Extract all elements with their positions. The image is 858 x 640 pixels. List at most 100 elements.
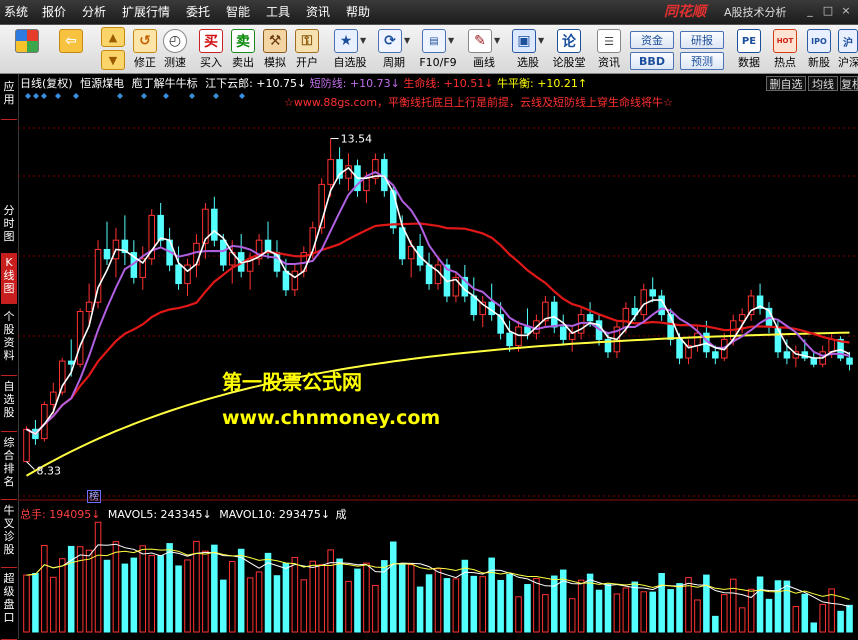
remove-watchlist-button[interactable]: 删自选 <box>766 76 806 91</box>
capital-box[interactable]: 资金 <box>630 31 674 49</box>
period-button[interactable]: ⟳ ▼ 周期 <box>376 27 412 71</box>
candle-body <box>175 264 182 285</box>
volume-bar <box>85 549 93 633</box>
sidebar-tab-diagnose[interactable]: 牛叉诊股 <box>1 502 17 568</box>
f10-button[interactable]: ▤ ▼ F10/F9 <box>418 27 458 71</box>
volume-bar <box>220 579 227 633</box>
watermark-title: 第一股票公式网 <box>222 370 362 394</box>
volume-bar <box>416 586 424 633</box>
hs-icon: 沪 <box>838 29 858 53</box>
sidebar-tab-apps[interactable]: 应用 <box>1 78 17 120</box>
back-button[interactable]: ⇦ <box>54 27 88 71</box>
draw-line-button[interactable]: ✎ ▼ 画线 <box>466 27 502 71</box>
sidebar-tab-ranking[interactable]: 综合排名 <box>1 434 17 500</box>
sidebar-tab-profile[interactable]: 个股资料 <box>1 308 17 376</box>
bbd-box[interactable]: BBD <box>630 52 674 70</box>
cycle-icon: ⟳ <box>378 29 402 53</box>
open-account-button[interactable]: ⚿ 开户 <box>294 27 320 71</box>
volume-bar <box>846 604 853 633</box>
data-button[interactable]: PE 数据 <box>736 27 762 71</box>
shengming-value: 生命线: +10.51↓ <box>403 77 494 90</box>
sidebar-tab-kline[interactable]: K线图 <box>1 254 17 304</box>
menu-help[interactable]: 帮助 <box>346 4 370 20</box>
f10-dropdown-icon[interactable]: ▼ <box>448 36 454 45</box>
discuss-button[interactable]: 论 论股堂 <box>553 27 586 71</box>
kline-chart[interactable]: 13.54 8.33 <box>18 92 858 638</box>
minimize-icon[interactable]: _ <box>802 4 818 18</box>
candle-body <box>50 391 57 406</box>
candle-body <box>524 326 531 334</box>
niupingheng-value: 牛平衡: +10.21↑ <box>497 77 588 90</box>
research-box[interactable]: 研报 <box>680 31 724 49</box>
page-up-button[interactable]: ▲ ▼ <box>100 27 126 71</box>
volume-bar <box>166 543 173 633</box>
watchlist-dropdown-icon[interactable]: ▼ <box>360 36 366 45</box>
clock-icon: ◴ <box>163 29 187 53</box>
menu-entrust[interactable]: 委托 <box>186 4 210 20</box>
close-icon[interactable]: × <box>838 4 854 18</box>
candle-body <box>220 239 227 266</box>
period-text[interactable]: 日线(复权) <box>20 77 73 90</box>
adjust-button[interactable]: 复权 <box>840 76 858 91</box>
period-dropdown-icon[interactable]: ▼ <box>404 36 410 45</box>
ipo-button[interactable]: IPO 新股 <box>806 27 832 71</box>
volume-tail: 成 <box>335 508 347 521</box>
revise-button[interactable]: ↺ 修正 <box>132 27 158 71</box>
candle-body <box>515 326 522 347</box>
volume-bar <box>667 589 674 633</box>
buy-button[interactable]: 买 买入 <box>198 27 224 71</box>
sell-button[interactable]: 卖 卖出 <box>230 27 256 71</box>
sidebar-tab-watchlist[interactable]: 自选股 <box>1 378 17 432</box>
screen-dropdown-icon[interactable]: ▼ <box>538 36 544 45</box>
simulate-button[interactable]: ⚒ 模拟 <box>262 27 288 71</box>
toolbar: ⇦ ▲ ▼ ↺ 修正 ◴ 测速 买 买入 卖 卖出 ⚒ 模拟 ⚿ 开户 ★ ▼ … <box>0 25 858 74</box>
menu-analysis[interactable]: 分析 <box>82 4 106 20</box>
volume-bar <box>461 559 469 633</box>
menu-tools[interactable]: 工具 <box>266 4 290 20</box>
total-volume: 总手: 194095↓ <box>20 508 101 521</box>
menu-info[interactable]: 资讯 <box>306 4 330 20</box>
sidebar-tab-label: K线图 <box>3 256 15 295</box>
speed-test-button[interactable]: ◴ 测速 <box>162 27 188 71</box>
menu-quote[interactable]: 报价 <box>42 4 66 20</box>
volume-bar <box>721 594 728 633</box>
discuss-label: 论股堂 <box>552 56 586 69</box>
volume-bar <box>604 583 612 633</box>
volume-bar <box>121 563 129 633</box>
volume-bar <box>452 578 460 633</box>
sidebar-tab-superpanel[interactable]: 超级盘口 <box>1 570 17 640</box>
menu-system[interactable]: 系统 <box>4 4 28 20</box>
event-diamond-icon <box>163 93 169 99</box>
volume-bar <box>175 565 182 633</box>
candle-body <box>640 289 648 316</box>
volume-bar <box>470 575 478 633</box>
candle-body <box>712 351 719 359</box>
sidebar-tab-timeshare[interactable]: 分时图 <box>1 202 17 254</box>
home-button[interactable] <box>12 27 42 71</box>
event-diamond-icon <box>55 93 61 99</box>
sh-sz-button[interactable]: 沪 沪深 <box>838 27 858 71</box>
news-button[interactable]: ☰ 资讯 <box>596 27 622 71</box>
restore-icon[interactable]: □ <box>820 4 836 18</box>
candle-body <box>76 311 84 365</box>
volume-bar <box>237 548 245 633</box>
mavol5-value: MAVOL5: 243345↓ <box>107 508 212 521</box>
menu-smart[interactable]: 智能 <box>226 4 250 20</box>
volume-bar <box>139 545 147 633</box>
ranking-badge[interactable]: 榜 <box>87 490 101 503</box>
volume-bar <box>783 580 791 633</box>
volume-bar <box>703 574 710 633</box>
menu-extended-quote[interactable]: 扩展行情 <box>122 4 170 20</box>
ma-button[interactable]: 均线 <box>808 76 838 91</box>
forecast-box[interactable]: 预测 <box>680 52 724 70</box>
indicator-name[interactable]: 庖丁解牛牛标 <box>132 77 198 90</box>
draw-dropdown-icon[interactable]: ▼ <box>494 36 500 45</box>
stock-screen-label: 选股 <box>517 56 539 69</box>
volume-info-bar: 总手: 194095↓ MAVOL5: 243345↓ MAVOL10: 293… <box>20 507 347 522</box>
volume-bar <box>434 568 442 633</box>
stock-screen-button[interactable]: ▣ ▼ 选股 <box>510 27 546 71</box>
high-price-label: 13.54 <box>341 133 373 146</box>
candle-body <box>568 332 576 340</box>
watchlist-button[interactable]: ★ ▼ 自选股 <box>330 27 370 71</box>
hot-button[interactable]: HOT 热点 <box>772 27 798 71</box>
